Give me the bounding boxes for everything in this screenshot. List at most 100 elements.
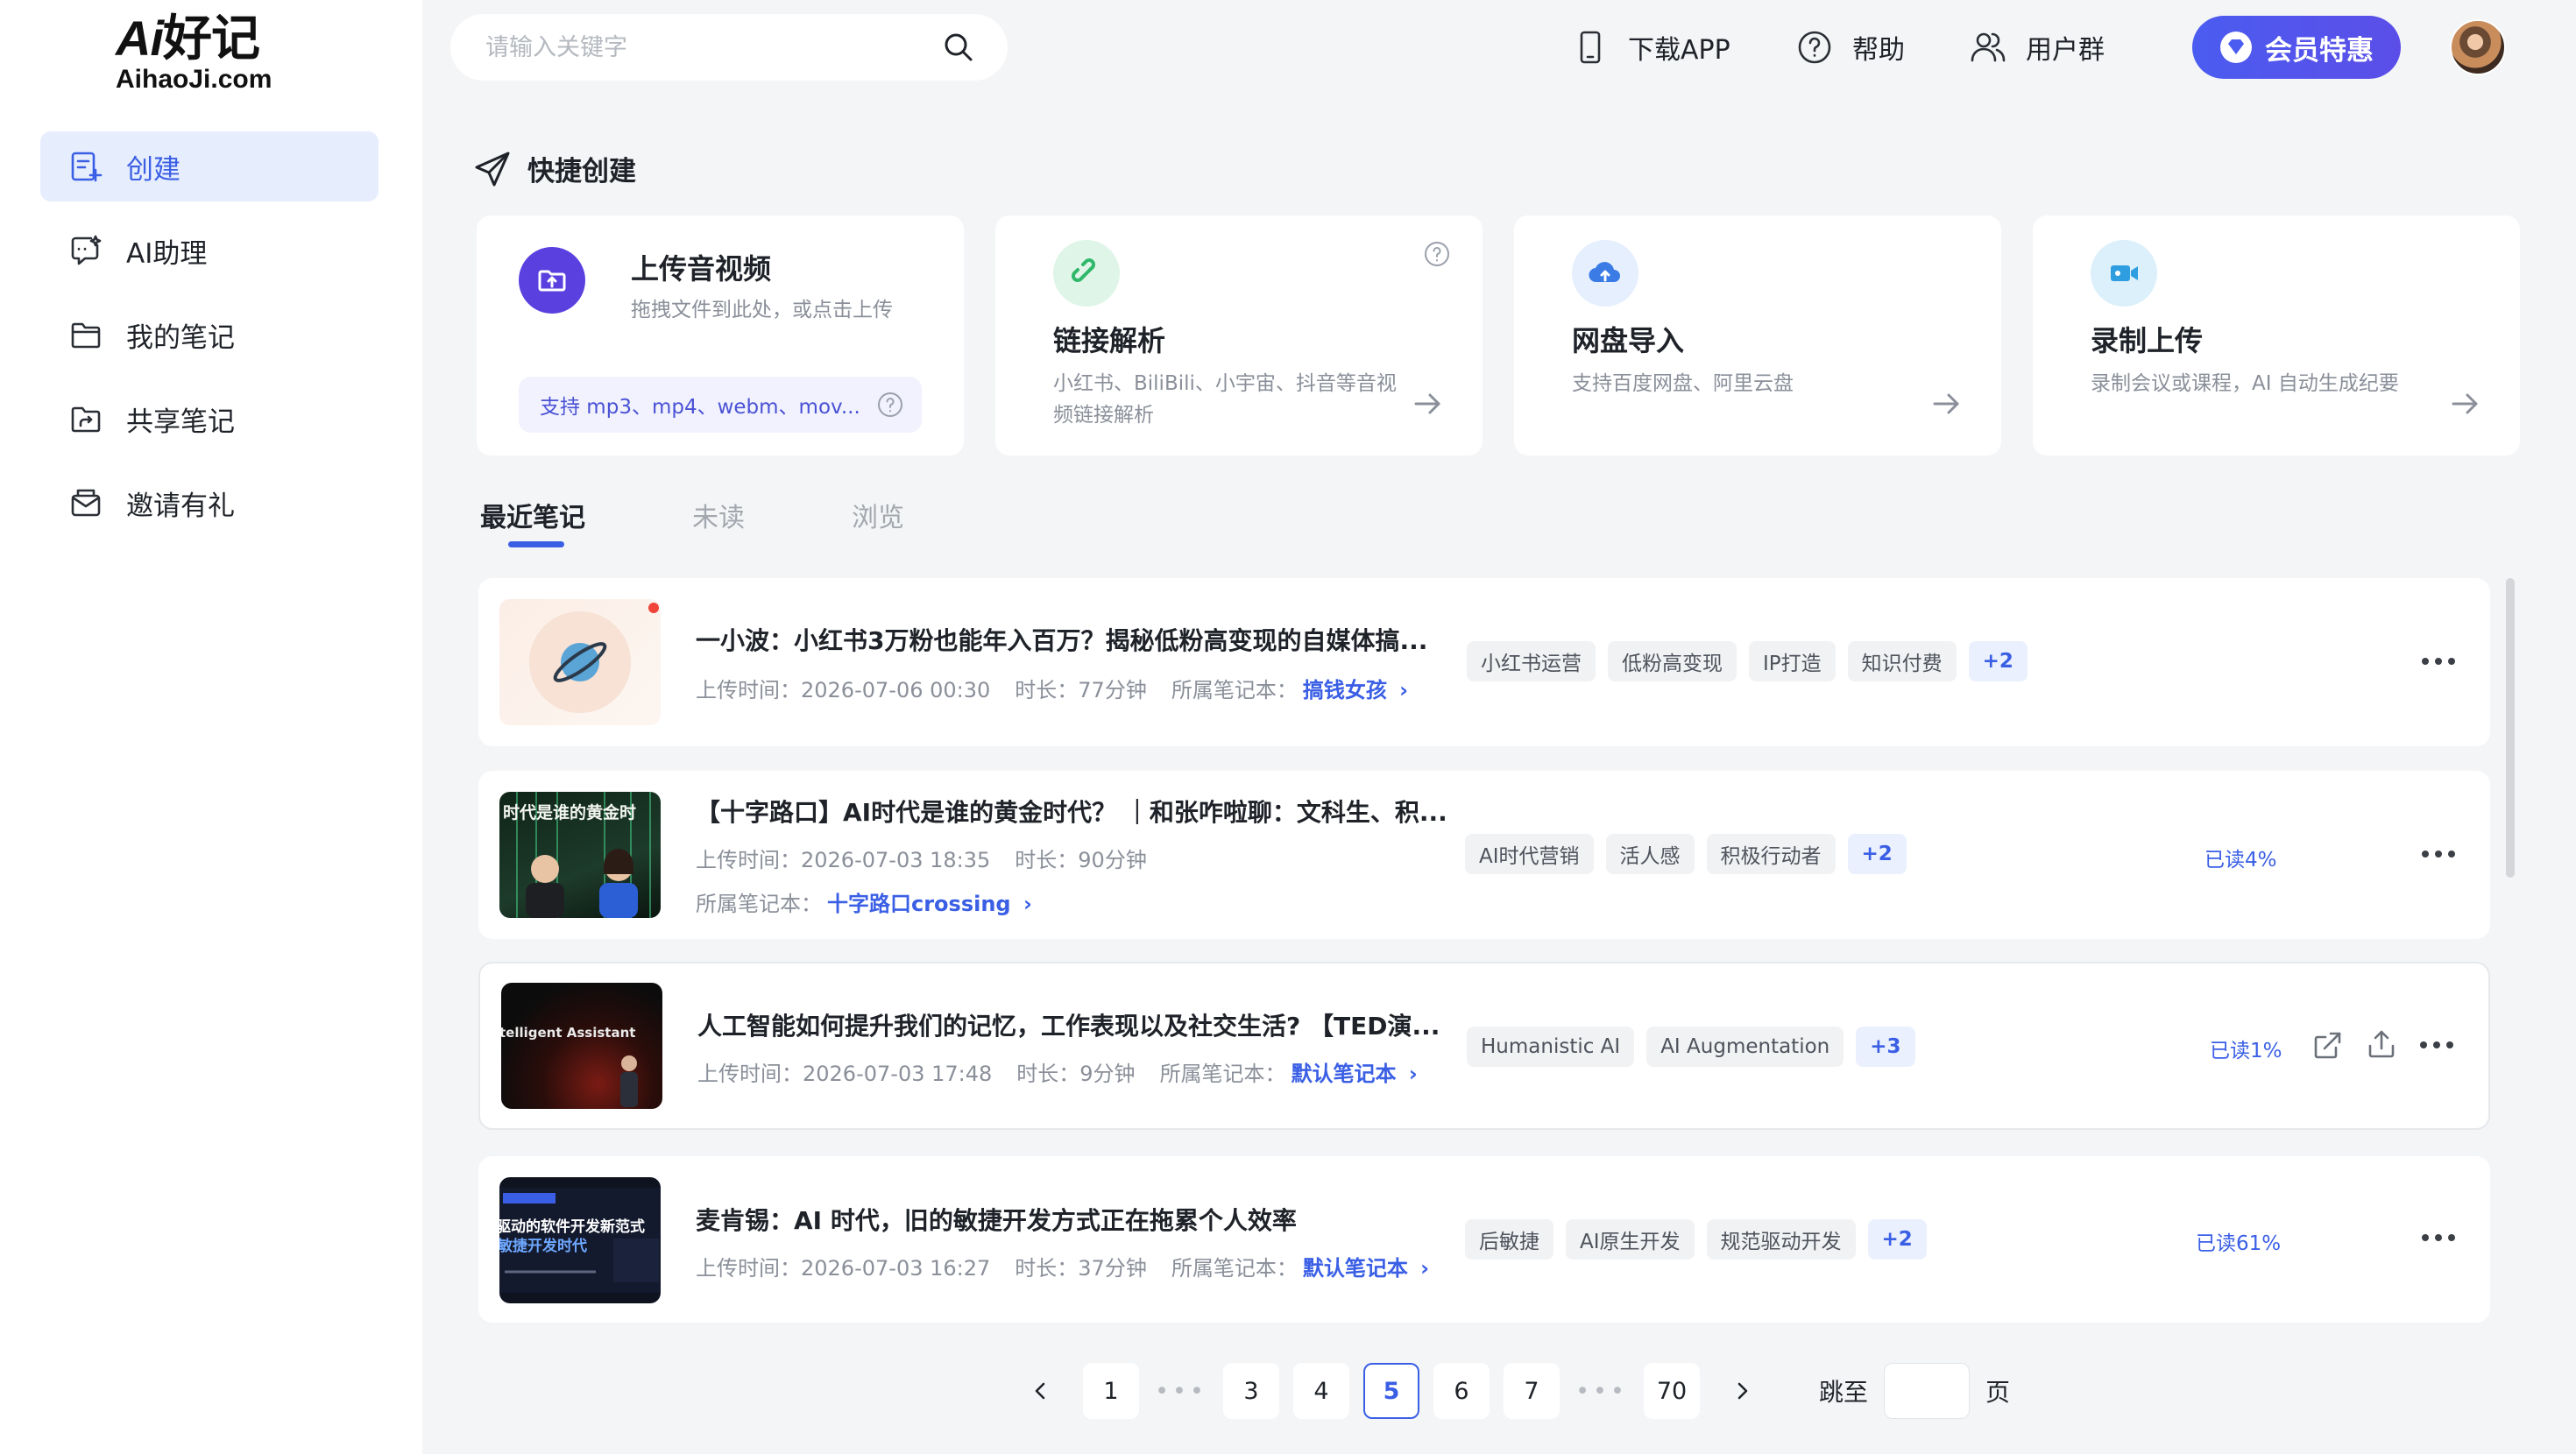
note-row[interactable]: 一小波：小红书3万粉也能年入百万？揭秘低粉高变现的自媒体搞... 上传时间：20… bbox=[478, 578, 2490, 746]
note-notebook: 所属笔记本： 十字路口crossing › bbox=[696, 892, 1032, 916]
link-parse-desc: 小红书、BiliBili、小宇宙、抖音等音视 频链接解析 bbox=[1053, 368, 1397, 431]
more-options-icon[interactable] bbox=[2417, 1025, 2457, 1065]
duration: 9分钟 bbox=[1079, 1062, 1136, 1086]
quick-create-heading: 快捷创建 bbox=[473, 149, 636, 188]
upload-time: 2026-07-06 00:30 bbox=[801, 678, 991, 702]
search-icon[interactable] bbox=[941, 30, 976, 65]
sidebar-item-label: 邀请有礼 bbox=[126, 490, 235, 522]
more-options-icon[interactable] bbox=[2418, 1218, 2459, 1258]
tab-recent-notes[interactable]: 最近笔记 bbox=[480, 496, 585, 547]
link-parse-title: 链接解析 bbox=[1053, 324, 1166, 357]
sidebar-item-my-notes[interactable]: 我的笔记 bbox=[40, 300, 379, 370]
duration-label: 时长： bbox=[1015, 848, 1079, 872]
search-input[interactable] bbox=[485, 33, 941, 61]
page-ellipsis[interactable]: ••• bbox=[1153, 1363, 1209, 1419]
read-progress: 已读4% bbox=[2204, 849, 2277, 872]
upload-folder-icon bbox=[519, 247, 585, 314]
page-button[interactable]: 3 bbox=[1223, 1363, 1279, 1419]
note-tag[interactable]: 小红书运营 bbox=[1467, 641, 1596, 681]
notebook-link[interactable]: 十字路口crossing bbox=[827, 892, 1011, 916]
more-tags-badge[interactable]: +2 bbox=[1867, 1219, 1927, 1260]
page-button[interactable]: 1 bbox=[1083, 1363, 1139, 1419]
note-tag[interactable]: AI时代营销 bbox=[1465, 834, 1594, 874]
vip-offer-label: 会员特惠 bbox=[2265, 34, 2374, 67]
note-tag[interactable]: 规范驱动开发 bbox=[1706, 1219, 1856, 1260]
note-title: 人工智能如何提升我们的记忆，工作表现以及社交生活? 【TED演... bbox=[697, 1012, 1440, 1041]
thumb-caption: telligent Assistant bbox=[501, 1025, 635, 1041]
duration: 37分钟 bbox=[1078, 1256, 1147, 1281]
page-button-current[interactable]: 5 bbox=[1363, 1363, 1419, 1419]
notebook-link[interactable]: 默认笔记本 bbox=[1292, 1062, 1397, 1086]
app-logo[interactable]: Ai好记 AihaoJi.com bbox=[116, 12, 272, 93]
link-chain-icon bbox=[1053, 240, 1120, 307]
note-meta: 上传时间：2026-07-03 17:48 时长：9分钟 所属笔记本： 默认笔记本 › bbox=[697, 1062, 1418, 1086]
page-button[interactable]: 4 bbox=[1293, 1363, 1349, 1419]
note-tag[interactable]: AI Augmentation bbox=[1646, 1027, 1844, 1067]
note-tag[interactable]: 知识付费 bbox=[1847, 641, 1957, 681]
link-help-icon[interactable] bbox=[1423, 240, 1451, 268]
note-tag[interactable]: 低粉高变现 bbox=[1608, 641, 1737, 681]
note-meta: 上传时间：2026-07-03 16:27 时长：37分钟 所属笔记本： 默认笔记本 … bbox=[696, 1256, 1430, 1281]
note-row[interactable]: 时代是谁的黄金时 【十字路口】AI时代是谁的黄金时代？ ｜和张咋啦聊：文科生、积… bbox=[478, 771, 2490, 939]
cloud-upload-icon bbox=[1572, 240, 1638, 307]
more-tags-badge[interactable]: +2 bbox=[1968, 641, 2028, 681]
format-help-icon[interactable] bbox=[876, 391, 904, 419]
user-group-link[interactable]: 用户群 bbox=[1968, 21, 2105, 74]
next-page-button[interactable] bbox=[1714, 1363, 1770, 1419]
note-thumbnail: 驱动的软件开发新范式 敏捷开发时代 bbox=[499, 1177, 661, 1303]
note-tag[interactable]: 活人感 bbox=[1605, 834, 1695, 874]
notebook-link[interactable]: 默认笔记本 bbox=[1303, 1256, 1408, 1281]
download-app-label: 下载APP bbox=[1628, 35, 1730, 66]
notebook-link[interactable]: 搞钱女孩 bbox=[1303, 678, 1387, 702]
notebook-label: 所属笔记本： bbox=[1171, 678, 1298, 702]
note-row[interactable]: telligent Assistant 人工智能如何提升我们的记忆，工作表现以及… bbox=[478, 962, 2490, 1130]
page-ellipsis[interactable]: ••• bbox=[1574, 1363, 1630, 1419]
upload-media-card[interactable]: 上传音视频 拖拽文件到此处，或点击上传 支持 mp3、mp4、webm、mov.… bbox=[477, 215, 964, 455]
note-tag[interactable]: AI原生开发 bbox=[1566, 1219, 1695, 1260]
open-external-icon[interactable] bbox=[2311, 1030, 2343, 1062]
jump-page-input[interactable] bbox=[1884, 1363, 1971, 1419]
note-tag[interactable]: 后敏捷 bbox=[1465, 1219, 1553, 1260]
note-tag[interactable]: IP打造 bbox=[1749, 641, 1836, 681]
help-link[interactable]: 帮助 bbox=[1794, 21, 1905, 74]
share-upload-icon[interactable] bbox=[2366, 1028, 2397, 1060]
link-parse-card[interactable]: 链接解析 小红书、BiliBili、小宇宙、抖音等音视 频链接解析 bbox=[995, 215, 1483, 455]
more-tags-badge[interactable]: +2 bbox=[1847, 834, 1907, 874]
podcast-thumbnail-art: 时代是谁的黄金时 bbox=[503, 792, 651, 918]
user-group-icon bbox=[1971, 32, 2006, 62]
page-button[interactable]: 70 bbox=[1644, 1363, 1700, 1419]
notebook-label: 所属笔记本： bbox=[1159, 1062, 1286, 1086]
tab-browsed[interactable]: 浏览 bbox=[852, 496, 904, 534]
more-options-icon[interactable] bbox=[2418, 834, 2459, 874]
logo-cn: 好记 bbox=[163, 11, 260, 66]
page-button[interactable]: 6 bbox=[1433, 1363, 1490, 1419]
presentation-thumbnail-art: 驱动的软件开发新范式 敏捷开发时代 bbox=[499, 1188, 661, 1293]
download-app-link[interactable]: 下载APP bbox=[1570, 21, 1730, 74]
sidebar-item-invite[interactable]: 邀请有礼 bbox=[40, 468, 379, 538]
note-tags: Humanistic AI AI Augmentation +3 bbox=[1467, 1027, 1928, 1067]
vip-offer-button[interactable]: 会员特惠 bbox=[2192, 16, 2401, 79]
upload-media-title: 上传音视频 bbox=[631, 252, 772, 286]
note-row[interactable]: 驱动的软件开发新范式 敏捷开发时代 麦肯锡：AI 时代，旧的敏捷开发方式正在拖累… bbox=[478, 1156, 2490, 1323]
note-tag[interactable]: Humanistic AI bbox=[1467, 1027, 1635, 1067]
prev-page-button[interactable] bbox=[1013, 1363, 1069, 1419]
user-avatar[interactable] bbox=[2450, 19, 2506, 75]
chevron-right-icon bbox=[1737, 1382, 1748, 1400]
record-upload-card[interactable]: 录制上传 录制会议或课程，AI 自动生成纪要 bbox=[2033, 215, 2520, 455]
sidebar-item-ai-assistant[interactable]: AI助理 bbox=[40, 215, 379, 286]
planet-icon bbox=[529, 611, 631, 713]
user-group-label: 用户群 bbox=[2026, 35, 2105, 66]
search-bar bbox=[450, 14, 1008, 81]
notes-scrollbar[interactable] bbox=[2506, 578, 2515, 878]
upload-time-label: 上传时间： bbox=[696, 678, 801, 702]
upload-time-label: 上传时间： bbox=[697, 1062, 803, 1086]
sidebar-item-shared-notes[interactable]: 共享笔记 bbox=[40, 384, 379, 454]
more-tags-badge[interactable]: +3 bbox=[1856, 1027, 1915, 1067]
notebook-label: 所属笔记本： bbox=[696, 892, 822, 916]
page-button[interactable]: 7 bbox=[1504, 1363, 1560, 1419]
cloud-import-card[interactable]: 网盘导入 支持百度网盘、阿里云盘 bbox=[1514, 215, 2001, 455]
note-tag[interactable]: 积极行动者 bbox=[1706, 834, 1836, 874]
more-options-icon[interactable] bbox=[2418, 641, 2459, 681]
sidebar-item-create[interactable]: 创建 bbox=[40, 131, 379, 201]
tab-unread[interactable]: 未读 bbox=[692, 496, 745, 534]
